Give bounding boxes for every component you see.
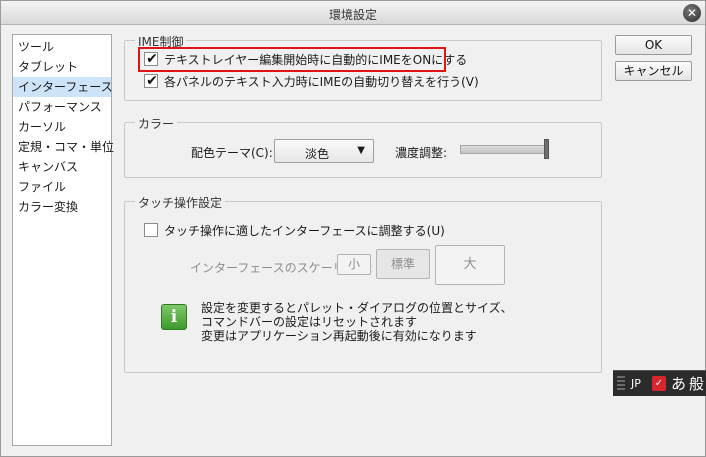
cancel-button[interactable]: キャンセル bbox=[615, 61, 692, 81]
density-slider-handle[interactable] bbox=[544, 139, 549, 159]
color-theme-value: 淡色 bbox=[305, 147, 330, 161]
scale-standard-button[interactable]: 標準 bbox=[376, 249, 430, 279]
title-bar: 環境設定 ✕ bbox=[1, 1, 705, 25]
ime-input-mode[interactable]: あ bbox=[671, 373, 686, 394]
color-theme-label: 配色テーマ(C): bbox=[191, 146, 273, 160]
ime-auto-switch-option[interactable]: ✔ 各パネルのテキスト入力時にIMEの自動切り替えを行う(V) bbox=[144, 73, 479, 91]
scale-small-button[interactable]: 小 bbox=[337, 254, 371, 275]
sidebar-item-ruler-frame-unit[interactable]: 定規・コマ・単位 bbox=[13, 137, 114, 157]
sidebar-item-canvas[interactable]: キャンバス bbox=[13, 157, 111, 177]
checkmark-icon: ✔ bbox=[146, 73, 158, 89]
ime-conversion-mode[interactable]: 般 bbox=[689, 373, 704, 394]
density-slider[interactable] bbox=[460, 145, 549, 154]
ime-logo-icon[interactable]: ✓ bbox=[652, 376, 666, 391]
window-title: 環境設定 bbox=[328, 8, 377, 22]
touch-adjust-label: タッチ操作に適したインターフェースに調整する(U) bbox=[164, 224, 445, 238]
info-icon: i bbox=[161, 304, 187, 330]
scale-large-button[interactable]: 大 bbox=[435, 245, 505, 285]
sidebar-item-performance[interactable]: パフォーマンス bbox=[13, 97, 111, 117]
ime-auto-switch-checkbox[interactable]: ✔ bbox=[144, 73, 158, 89]
info-line-3: 変更はアプリケーション再起動後に有効になります bbox=[201, 329, 477, 343]
ime-auto-switch-label: 各パネルのテキスト入力時にIMEの自動切り替えを行う(V) bbox=[164, 75, 479, 89]
touch-adjust-checkbox[interactable] bbox=[144, 223, 158, 237]
info-line-1: 設定を変更するとパレット・ダイアログの位置とサイズ、 bbox=[201, 301, 513, 315]
category-list: ツール タブレット インターフェース パフォーマンス カーソル 定規・コマ・単位… bbox=[12, 34, 114, 446]
sidebar-item-tool[interactable]: ツール bbox=[13, 37, 111, 57]
ime-language-bar: JP ✓ あ 般 bbox=[613, 370, 706, 396]
sidebar-item-interface[interactable]: インターフェース bbox=[13, 77, 113, 97]
info-line-2: コマンドバーの設定はリセットされます bbox=[201, 315, 418, 329]
sidebar-item-cursor[interactable]: カーソル bbox=[13, 117, 111, 137]
touch-adjust-option[interactable]: タッチ操作に適したインターフェースに調整する(U) bbox=[144, 222, 445, 240]
touch-group-title: タッチ操作設定 bbox=[135, 194, 226, 211]
sidebar-item-file[interactable]: ファイル bbox=[13, 177, 111, 197]
chevron-down-icon: ▼ bbox=[357, 145, 365, 156]
highlight-box bbox=[138, 47, 446, 72]
color-group-title: カラー bbox=[135, 115, 178, 132]
ok-button[interactable]: OK bbox=[615, 35, 692, 55]
drag-handle-icon[interactable] bbox=[617, 376, 625, 392]
ime-mode-indicator[interactable]: JP bbox=[631, 377, 641, 390]
info-message: 設定を変更するとパレット・ダイアログの位置とサイズ、 コマンドバーの設定はリセッ… bbox=[201, 301, 513, 343]
sidebar-item-tablet[interactable]: タブレット bbox=[13, 57, 111, 77]
density-label: 濃度調整: bbox=[395, 146, 448, 160]
color-theme-dropdown[interactable]: 淡色 ▼ bbox=[274, 139, 374, 163]
close-icon[interactable]: ✕ bbox=[683, 4, 701, 22]
preferences-dialog: 環境設定 ✕ ツール タブレット インターフェース パフォーマンス カーソル 定… bbox=[0, 0, 706, 457]
sidebar-item-color-conversion[interactable]: カラー変換 bbox=[13, 197, 111, 217]
